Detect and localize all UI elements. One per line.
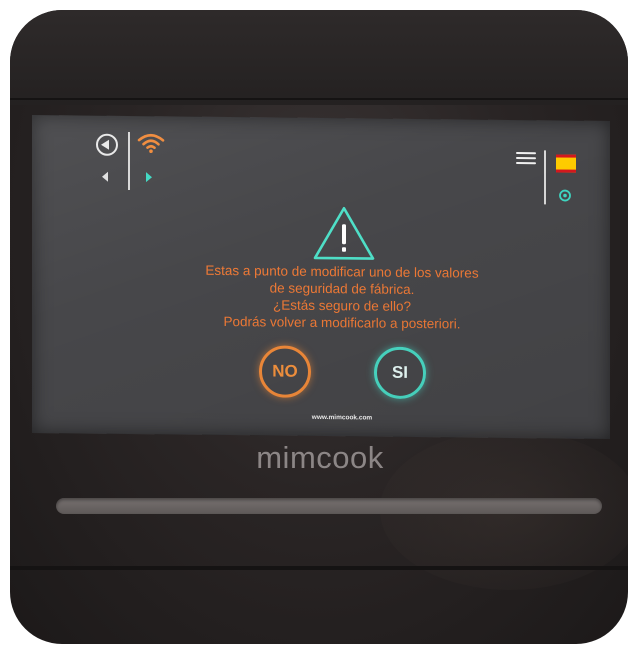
spain-flag-icon[interactable] — [556, 154, 576, 173]
arrow-right-icon[interactable] — [146, 172, 152, 183]
top-left-divider — [128, 131, 130, 190]
touch-screen: Estas a punto de modificar uno de los va… — [32, 114, 610, 440]
back-circle-icon[interactable] — [96, 133, 118, 156]
message-line: Podrás volver a modificarlo a posteriori… — [223, 313, 461, 332]
device-bottom-edge — [10, 566, 628, 570]
arrow-left-icon[interactable] — [102, 171, 108, 182]
no-button[interactable]: NO — [259, 345, 311, 398]
settings-icon[interactable] — [558, 188, 572, 202]
top-right-divider — [544, 150, 546, 205]
device-brand-logo: mimcook — [256, 440, 384, 475]
warning-message: Estas a punto de modificar uno de los va… — [152, 261, 532, 333]
device-photo: Estas a punto de modificar uno de los va… — [10, 10, 628, 644]
hamburger-menu-icon[interactable] — [516, 152, 536, 166]
device-top-edge — [10, 10, 628, 105]
yes-button[interactable]: SI — [374, 346, 426, 400]
wifi-icon[interactable] — [136, 132, 166, 154]
bezel-divider — [10, 98, 628, 100]
footer-url: www.mimcook.com — [311, 413, 373, 422]
touch-slider-strip[interactable] — [56, 498, 602, 514]
warning-triangle-icon — [313, 206, 375, 260]
